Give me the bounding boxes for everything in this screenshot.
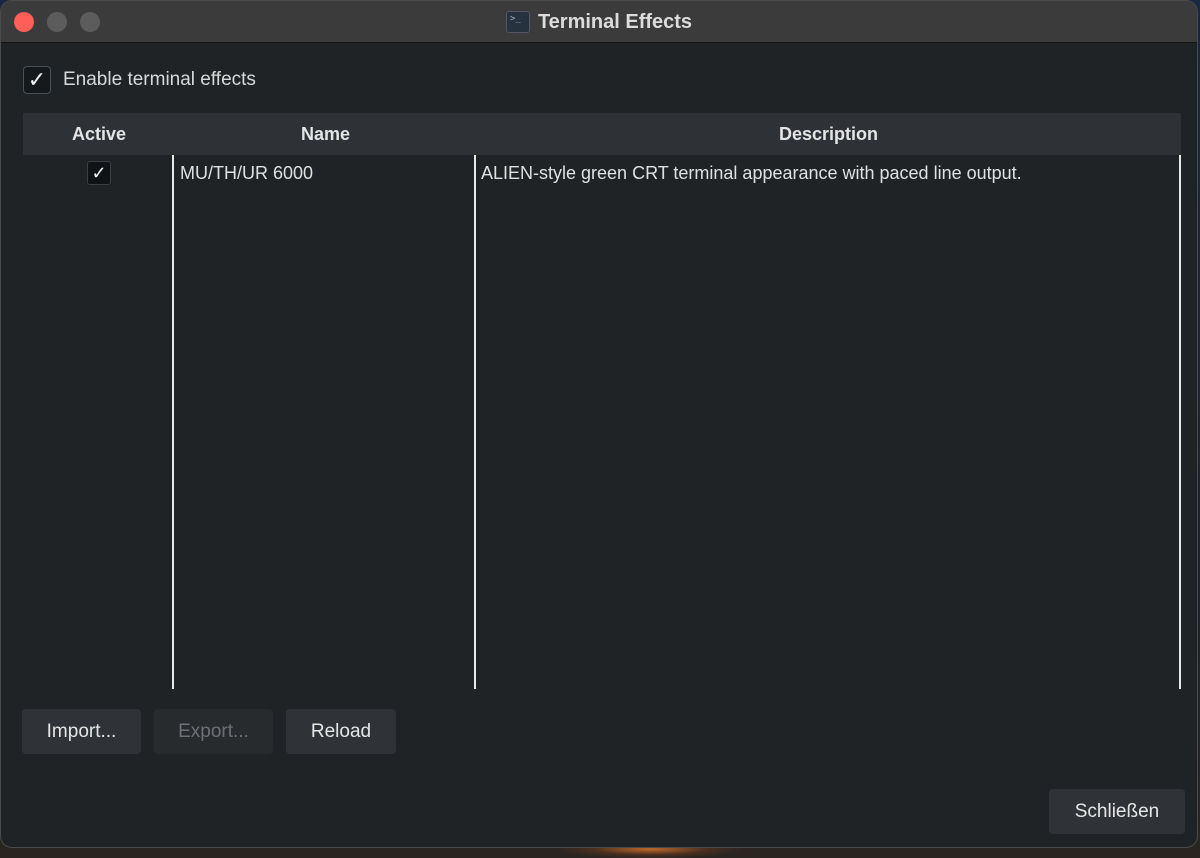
title-group: Terminal Effects — [1, 1, 1197, 43]
table-header: Active Name Description — [23, 113, 1181, 155]
active-cell: ✓ — [23, 155, 175, 191]
enable-effects-row[interactable]: ✓ Enable terminal effects — [23, 63, 256, 97]
row-active-checkbox[interactable]: ✓ — [87, 161, 111, 185]
title-bar[interactable]: Terminal Effects — [1, 1, 1197, 43]
name-cell: MU/TH/UR 6000 — [180, 162, 314, 183]
effects-table: Active Name Description ✓ MU/TH/UR 6000 … — [23, 113, 1181, 691]
close-dialog-button[interactable]: Schließen — [1049, 789, 1185, 834]
column-header-description[interactable]: Description — [476, 113, 1181, 155]
window-title: Terminal Effects — [537, 10, 693, 33]
column-divider — [1179, 155, 1181, 689]
reload-button[interactable]: Reload — [286, 709, 396, 754]
column-divider — [474, 155, 476, 689]
terminal-effects-window: Terminal Effects ✓ Enable terminal effec… — [0, 0, 1198, 848]
import-button[interactable]: Import... — [22, 709, 141, 754]
terminal-icon — [505, 11, 530, 33]
column-header-active[interactable]: Active — [23, 113, 175, 155]
column-header-name[interactable]: Name — [175, 113, 476, 155]
description-cell: ALIEN-style green CRT terminal appearanc… — [481, 162, 1022, 183]
export-button[interactable]: Export... — [154, 709, 273, 754]
column-divider — [172, 155, 174, 689]
enable-effects-checkbox[interactable]: ✓ — [23, 66, 51, 94]
enable-effects-label[interactable]: Enable terminal effects — [63, 69, 256, 91]
table-row[interactable]: ✓ MU/TH/UR 6000 ALIEN-style green CRT te… — [23, 155, 1181, 191]
